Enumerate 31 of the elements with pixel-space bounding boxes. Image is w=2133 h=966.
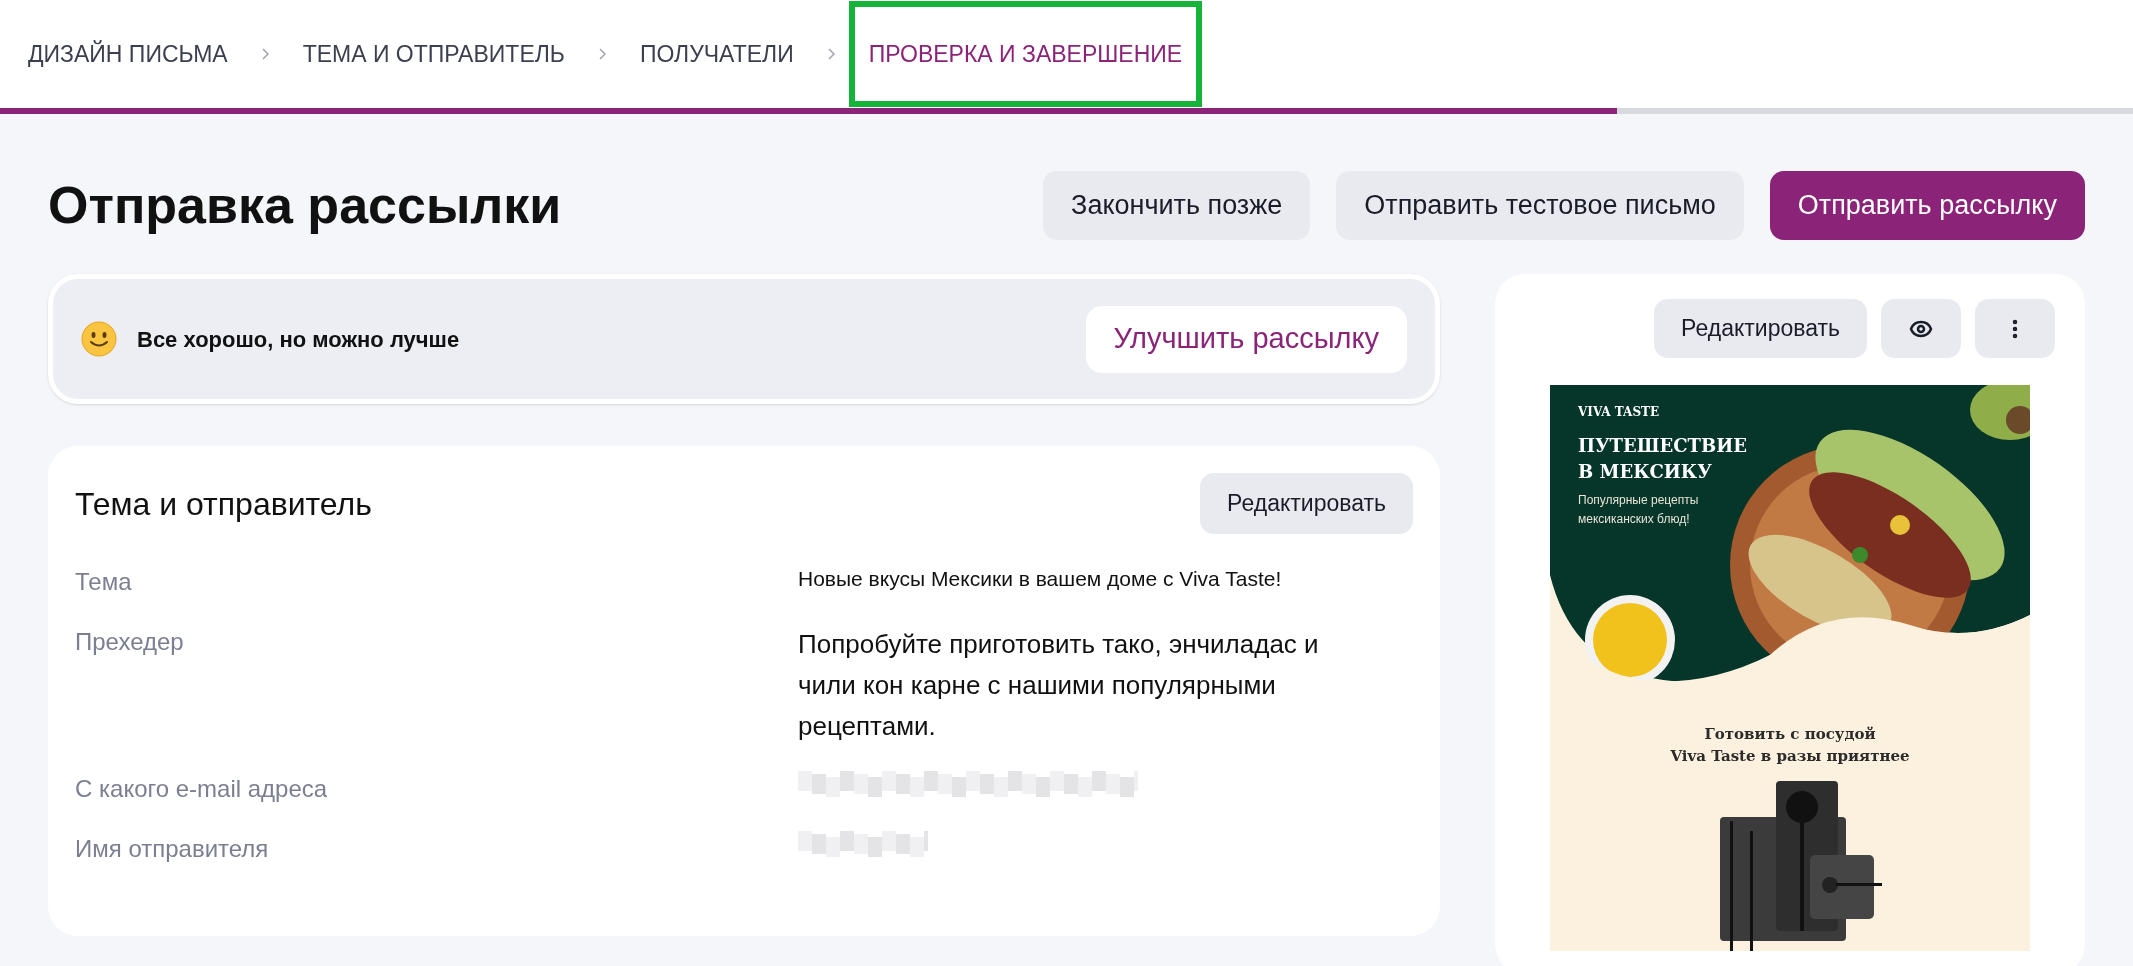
eye-icon[interactable] bbox=[1881, 299, 1961, 358]
edit-button[interactable]: Редактировать bbox=[1200, 473, 1413, 534]
page-title: Отправка рассылки bbox=[48, 175, 562, 236]
email-heading: Готовить с посудой bbox=[1704, 724, 1876, 745]
field-value: Попробуйте приготовить тако, энчиладас и чили кон карне с нашими популярными рецептами. bbox=[798, 628, 1320, 743]
field-label: Имя отправителя bbox=[75, 834, 270, 864]
step-tab[interactable]: ПРОВЕРКА И ЗАВЕРШЕНИЕ bbox=[848, 0, 1203, 108]
edit-button[interactable]: Редактировать bbox=[1654, 299, 1867, 358]
chevron-icon bbox=[598, 48, 606, 60]
step-tab[interactable]: ТЕМА И ОТПРАВИТЕЛЬ bbox=[282, 0, 585, 108]
email-headline: В МЕКСИКУ bbox=[1578, 460, 1713, 484]
brand-logo: VIVA TASTE bbox=[1578, 404, 1661, 421]
action-button[interactable]: Отправить тестовое письмо bbox=[1336, 170, 1744, 240]
step-tab[interactable]: ДИЗАЙН ПИСЬМА bbox=[8, 0, 248, 108]
step-tab[interactable]: ПОЛУЧАТЕЛИ bbox=[619, 0, 814, 108]
check-message: Все хорошо, но можно лучше bbox=[137, 325, 460, 354]
smiley-icon bbox=[81, 321, 117, 357]
chevron-icon bbox=[261, 48, 269, 60]
field-label: Прехедер bbox=[75, 627, 185, 657]
field-value: Новые вкусы Мексики в вашем доме с Viva Taste! bbox=[798, 566, 1283, 592]
field-label: С какого e-mail адреса bbox=[75, 774, 329, 804]
chevron-icon bbox=[827, 48, 835, 60]
email-heading: Viva Taste в разы приятнее bbox=[1670, 746, 1910, 767]
email-headline: ПУТЕШЕСТВИЕ bbox=[1578, 434, 1747, 458]
email-subtitle: Популярные рецепты bbox=[1578, 492, 1700, 509]
action-button[interactable]: Закончить позже bbox=[1043, 170, 1311, 240]
improve-button[interactable]: Улучшить рассылку bbox=[1085, 305, 1407, 373]
email-subtitle: мексиканских блюд! bbox=[1578, 511, 1691, 528]
card-title: Тема и отправитель bbox=[75, 484, 372, 524]
field-label: Тема bbox=[75, 567, 133, 597]
action-button[interactable]: Отправить рассылку bbox=[1769, 170, 2085, 240]
